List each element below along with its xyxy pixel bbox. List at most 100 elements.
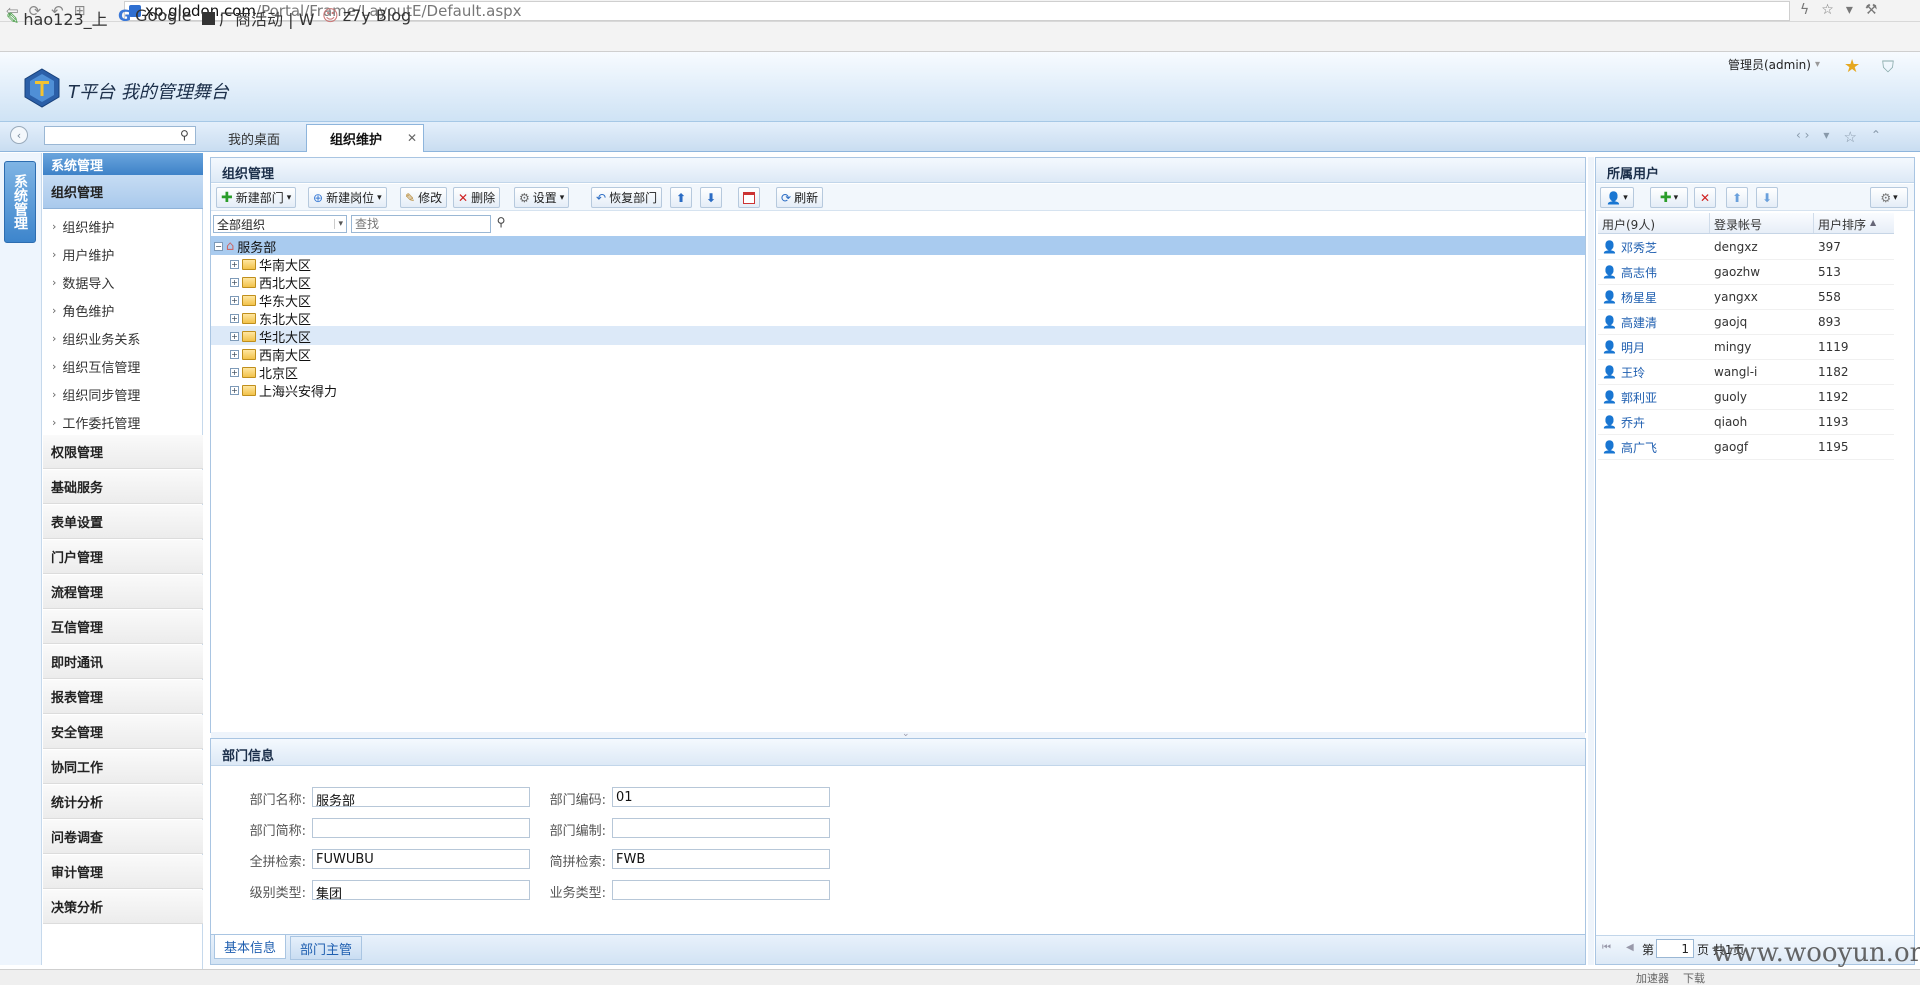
tab-dept-supervisor[interactable]: 部门主管 xyxy=(290,936,362,960)
collapse-up-icon[interactable]: ⌃ xyxy=(1871,128,1881,146)
users-settings-button[interactable]: ⚙ ▾ xyxy=(1870,187,1908,208)
pinyin-field[interactable]: FUWUBU xyxy=(312,849,530,869)
expand-node-icon[interactable]: + xyxy=(230,331,239,341)
bookmark-blog[interactable]: ☺ z7y Blog xyxy=(322,6,411,25)
tab-my-desktop[interactable]: 我的桌面 xyxy=(206,124,302,152)
sidebar-section-security[interactable]: 安全管理 xyxy=(43,715,203,749)
calendar-button[interactable] xyxy=(738,187,760,208)
tab-basic-info[interactable]: 基本信息 xyxy=(214,935,286,959)
sidebar-item-org-trust[interactable]: › 组织互信管理 xyxy=(52,357,140,376)
tree-node[interactable]: + 北京区 xyxy=(230,363,298,382)
rail-system-management-tab[interactable]: 系统管理 xyxy=(4,161,36,243)
sidebar-section-basic-service[interactable]: 基础服务 xyxy=(43,470,203,504)
col-user[interactable]: 用户(9人) xyxy=(1598,213,1710,233)
table-row[interactable]: 👤 明月 mingy 1119 xyxy=(1598,335,1894,360)
current-user-menu[interactable]: 管理员(admin) ▾ xyxy=(1728,56,1820,73)
tab-favorite-icon[interactable]: ☆ xyxy=(1843,128,1856,146)
table-row[interactable]: 👤 杨星星 yangxx 558 xyxy=(1598,285,1894,310)
bookmark-vendor[interactable]: 厂商活动 | W xyxy=(202,6,314,30)
tree-node-selected[interactable]: + 华北大区 xyxy=(230,327,311,346)
remove-user-button[interactable]: ✕ xyxy=(1694,187,1716,208)
sidebar-item-data-import[interactable]: › 数据导入 xyxy=(52,273,114,292)
expand-node-icon[interactable]: + xyxy=(230,385,239,395)
wrench-icon[interactable]: ⚒ xyxy=(1865,2,1878,18)
vertical-splitter[interactable] xyxy=(1588,157,1594,965)
sidebar-item-org-maintenance[interactable]: › 组织维护 xyxy=(52,217,114,236)
sidebar-section-stats[interactable]: 统计分析 xyxy=(43,785,203,819)
sidebar-section-reports[interactable]: 报表管理 xyxy=(43,680,203,714)
sidebar-section-decision[interactable]: 决策分析 xyxy=(43,890,203,924)
move-up-button[interactable]: ⬆ xyxy=(670,187,692,208)
collapse-node-icon[interactable]: − xyxy=(214,241,223,251)
sidebar-item-org-sync[interactable]: › 组织同步管理 xyxy=(52,385,140,404)
accelerator-status[interactable]: 加速器 xyxy=(1636,970,1669,985)
sidebar-section-survey[interactable]: 问卷调查 xyxy=(43,820,203,854)
level-type-field[interactable]: 集团 xyxy=(312,880,530,902)
sidebar-section-im[interactable]: 即时通讯 xyxy=(43,645,203,679)
expand-node-icon[interactable]: + xyxy=(230,313,239,323)
sidebar-section-trust[interactable]: 互信管理 xyxy=(43,610,203,644)
sidebar-section-audit[interactable]: 审计管理 xyxy=(43,855,203,889)
favorite-star-icon[interactable]: ★ xyxy=(1844,56,1860,77)
table-row[interactable]: 👤 郭利亚 guoly 1192 xyxy=(1598,385,1894,410)
expand-node-icon[interactable]: + xyxy=(230,259,239,269)
page-number-input[interactable]: 1 xyxy=(1656,939,1694,958)
new-post-button[interactable]: ⊕ 新建岗位 ▾ xyxy=(308,187,387,208)
search-icon[interactable]: ⚲ xyxy=(180,128,189,142)
restore-dept-button[interactable]: ↶ 恢复部门 xyxy=(591,187,663,208)
edit-button[interactable]: ✎ 修改 xyxy=(400,187,448,208)
tree-node-root[interactable]: − ⌂ 服务部 xyxy=(214,237,276,256)
sidebar-section-permission[interactable]: 权限管理 xyxy=(43,435,203,469)
table-row[interactable]: 👤 高建清 gaojq 893 xyxy=(1598,310,1894,335)
shirt-theme-icon[interactable]: ⛉ xyxy=(1882,57,1894,77)
table-row[interactable]: 👤 乔卉 qiaoh 1193 xyxy=(1598,410,1894,435)
pinyin-abbr-field[interactable]: FWB xyxy=(612,849,830,869)
delete-button[interactable]: ✕ 删除 xyxy=(453,187,501,208)
expand-node-icon[interactable]: + xyxy=(230,349,239,359)
bookmark-google[interactable]: G Google xyxy=(118,6,192,25)
tree-node[interactable]: + 上海兴安得力 xyxy=(230,381,337,400)
tree-node[interactable]: + 东北大区 xyxy=(230,309,311,328)
sidebar-item-work-delegation[interactable]: › 工作委托管理 xyxy=(52,413,140,432)
col-order[interactable]: 用户排序 ▲ xyxy=(1814,213,1894,233)
add-user-button[interactable]: ✚ ▾ xyxy=(1650,187,1688,208)
org-filter-select[interactable]: 全部组织 ▾ xyxy=(213,215,347,233)
sidebar-section-collab[interactable]: 协同工作 xyxy=(43,750,203,784)
dept-code-field[interactable]: 01 xyxy=(612,787,830,807)
bookmark-hao123[interactable]: ✎ hao123_上 xyxy=(6,6,108,30)
table-row[interactable]: 👤 高志伟 gaozhw 513 xyxy=(1598,260,1894,285)
expand-node-icon[interactable]: + xyxy=(230,295,239,305)
tree-node[interactable]: + 华南大区 xyxy=(230,255,311,274)
col-account[interactable]: 登录帐号 xyxy=(1710,213,1814,233)
sidebar-section-workflow[interactable]: 流程管理 xyxy=(43,575,203,609)
tree-node[interactable]: + 西北大区 xyxy=(230,273,311,292)
sidebar-item-role-maintenance[interactable]: › 角色维护 xyxy=(52,301,114,320)
prev-page-icon[interactable]: ◀ xyxy=(1626,942,1634,953)
lightning-icon[interactable]: ϟ xyxy=(1800,2,1809,18)
settings-button[interactable]: ⚙ 设置 ▾ xyxy=(514,187,570,208)
move-down-button[interactable]: ⬇ xyxy=(700,187,722,208)
tab-list-dropdown-icon[interactable]: ▾ xyxy=(1823,128,1829,146)
search-icon[interactable]: ⚲ xyxy=(493,215,509,233)
user-move-down-button[interactable]: ⬇ xyxy=(1756,187,1778,208)
sidebar-section-form-settings[interactable]: 表单设置 xyxy=(43,505,203,539)
tree-node[interactable]: + 华东大区 xyxy=(230,291,311,310)
dept-staff-field[interactable] xyxy=(612,818,830,838)
org-search-input[interactable] xyxy=(351,215,491,233)
sidebar-section-portal[interactable]: 门户管理 xyxy=(43,540,203,574)
table-row[interactable]: 👤 高广飞 gaogf 1195 xyxy=(1598,435,1894,460)
tab-prev-next-icon[interactable]: ‹ › xyxy=(1796,128,1809,146)
tree-node[interactable]: + 西南大区 xyxy=(230,345,311,364)
collapse-left-icon[interactable]: ‹ xyxy=(10,126,28,144)
dropdown-icon[interactable]: ▾ xyxy=(1846,2,1853,18)
close-tab-icon[interactable]: ✕ xyxy=(407,131,417,145)
sidebar-item-org-business[interactable]: › 组织业务关系 xyxy=(52,329,140,348)
first-page-icon[interactable]: ⏮ xyxy=(1602,942,1611,953)
sidebar-item-user-maintenance[interactable]: › 用户维护 xyxy=(52,245,114,264)
expand-node-icon[interactable]: + xyxy=(230,277,239,287)
new-dept-button[interactable]: ✚ 新建部门 ▾ xyxy=(216,187,297,208)
sidebar-section-org-management[interactable]: 组织管理 xyxy=(43,175,203,209)
dept-short-field[interactable] xyxy=(312,818,530,838)
user-move-up-button[interactable]: ⬆ xyxy=(1726,187,1748,208)
expand-node-icon[interactable]: + xyxy=(230,367,239,377)
